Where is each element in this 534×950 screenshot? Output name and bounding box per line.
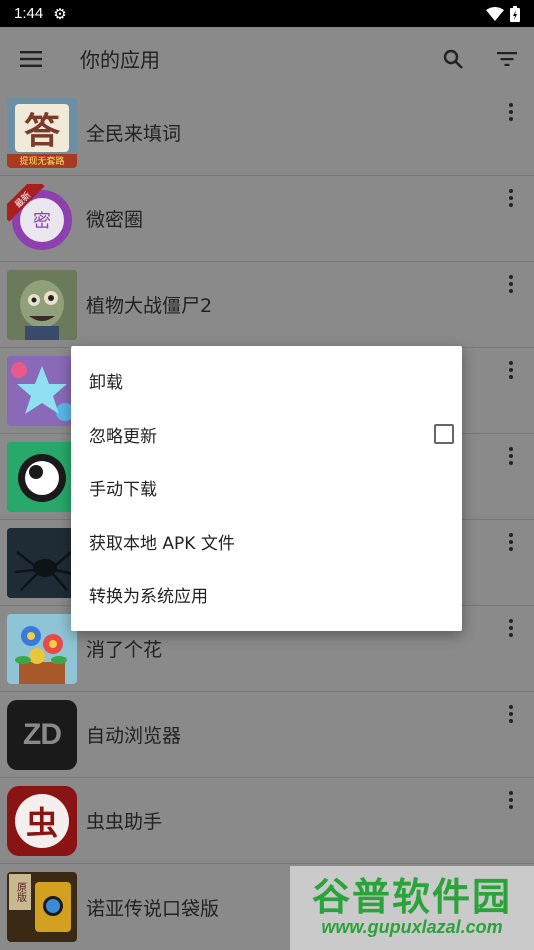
more-vert-icon bbox=[509, 103, 513, 121]
context-menu: 卸载 忽略更新 手动下载 获取本地 APK 文件 转换为系统应用 bbox=[71, 346, 462, 631]
hamburger-menu-icon bbox=[20, 50, 42, 67]
app-icon-caption: 提现无套路 bbox=[19, 157, 65, 167]
more-options-button[interactable] bbox=[497, 786, 525, 814]
weimiquan-app-icon: 密 最新 bbox=[7, 183, 77, 254]
app-icon-glyph: 答 bbox=[23, 110, 60, 152]
more-options-button[interactable] bbox=[497, 270, 525, 298]
list-item[interactable]: ZD 自动浏览器 bbox=[0, 692, 534, 778]
menu-item-label: 手动下载 bbox=[89, 480, 157, 501]
search-button[interactable] bbox=[426, 27, 480, 90]
more-vert-icon bbox=[509, 619, 513, 637]
spider-icon bbox=[7, 527, 77, 598]
search-icon bbox=[443, 49, 463, 69]
star-icon bbox=[7, 355, 77, 426]
more-vert-icon bbox=[509, 705, 513, 723]
watermark-text: 谷普软件园 bbox=[311, 874, 512, 919]
menu-item-label: 卸载 bbox=[89, 373, 123, 394]
menu-item-get-local-apk[interactable]: 获取本地 APK 文件 bbox=[71, 515, 462, 569]
app-icon-glyph: ZD bbox=[23, 717, 62, 751]
app-name: 植物大战僵尸2 bbox=[86, 295, 213, 317]
app-icon-glyph: 原版 bbox=[14, 882, 26, 902]
xiaolegehua-app-icon bbox=[7, 613, 77, 684]
more-options-button[interactable] bbox=[497, 98, 525, 126]
more-options-button[interactable] bbox=[497, 356, 525, 384]
ignore-update-checkbox[interactable] bbox=[434, 424, 454, 445]
more-vert-icon bbox=[509, 275, 513, 293]
menu-button[interactable] bbox=[0, 27, 62, 90]
app-name: 虫虫助手 bbox=[86, 811, 163, 833]
app-bar: 你的应用 bbox=[0, 27, 534, 90]
filter-sort-icon bbox=[497, 51, 517, 66]
status-bar: 1:44 ⚙ bbox=[0, 0, 534, 27]
more-options-button[interactable] bbox=[497, 614, 525, 642]
menu-item-ignore-update[interactable]: 忽略更新 bbox=[71, 408, 462, 462]
status-time: 1:44 bbox=[14, 5, 44, 22]
list-item[interactable]: 虫 虫虫助手 bbox=[0, 778, 534, 864]
watermark-url: www.gupuxlazal.com bbox=[321, 917, 503, 938]
pvz2-app-icon bbox=[7, 269, 77, 340]
more-options-button[interactable] bbox=[497, 442, 525, 470]
app-name: 微密圈 bbox=[86, 209, 144, 231]
bubble-icon bbox=[7, 441, 77, 512]
green-bubble-app-icon bbox=[7, 441, 77, 512]
more-options-button[interactable] bbox=[497, 184, 525, 212]
app-name: 诺亚传说口袋版 bbox=[86, 897, 220, 920]
flower-icon bbox=[7, 613, 77, 684]
more-options-button[interactable] bbox=[497, 528, 525, 556]
menu-item-uninstall[interactable]: 卸载 bbox=[71, 354, 462, 408]
more-vert-icon bbox=[509, 447, 513, 465]
filter-button[interactable] bbox=[480, 27, 534, 90]
app-name: 全民来填词 bbox=[86, 123, 182, 145]
zombie-art-icon bbox=[7, 269, 77, 340]
menu-item-convert-system-app[interactable]: 转换为系统应用 bbox=[71, 568, 462, 622]
menu-item-label: 忽略更新 bbox=[89, 426, 157, 447]
menu-item-label: 获取本地 APK 文件 bbox=[89, 533, 235, 554]
zd-browser-app-icon: ZD bbox=[7, 699, 77, 770]
list-item[interactable]: 答 提现无套路 全民来填词 bbox=[0, 90, 534, 176]
watermark: 谷普软件园 www.gupuxlazal.com bbox=[290, 866, 534, 950]
settings-gear-icon: ⚙ bbox=[53, 4, 67, 23]
dark-spider-app-icon bbox=[7, 527, 77, 598]
app-icon-glyph: 密 bbox=[33, 210, 51, 232]
page-title: 你的应用 bbox=[80, 48, 160, 72]
more-vert-icon bbox=[509, 361, 513, 379]
menu-item-manual-download[interactable]: 手动下载 bbox=[71, 461, 462, 515]
noah-legend-app-icon: 原版 bbox=[7, 872, 77, 942]
more-vert-icon bbox=[509, 189, 513, 207]
list-item[interactable]: 密 最新 微密圈 bbox=[0, 176, 534, 262]
app-icon-glyph: 虫 bbox=[25, 803, 58, 842]
list-item[interactable]: 植物大战僵尸2 bbox=[0, 262, 534, 348]
menu-item-label: 转换为系统应用 bbox=[89, 587, 208, 608]
chongchong-app-icon: 虫 bbox=[7, 785, 77, 856]
wifi-icon bbox=[486, 6, 504, 21]
more-vert-icon bbox=[509, 791, 513, 809]
battery-icon bbox=[510, 5, 520, 22]
more-vert-icon bbox=[509, 533, 513, 551]
star-game-app-icon bbox=[7, 355, 77, 426]
more-options-button[interactable] bbox=[497, 700, 525, 728]
app-name: 自动浏览器 bbox=[86, 725, 182, 747]
app-name: 消了个花 bbox=[86, 639, 163, 661]
tianci-app-icon: 答 提现无套路 bbox=[7, 97, 77, 168]
